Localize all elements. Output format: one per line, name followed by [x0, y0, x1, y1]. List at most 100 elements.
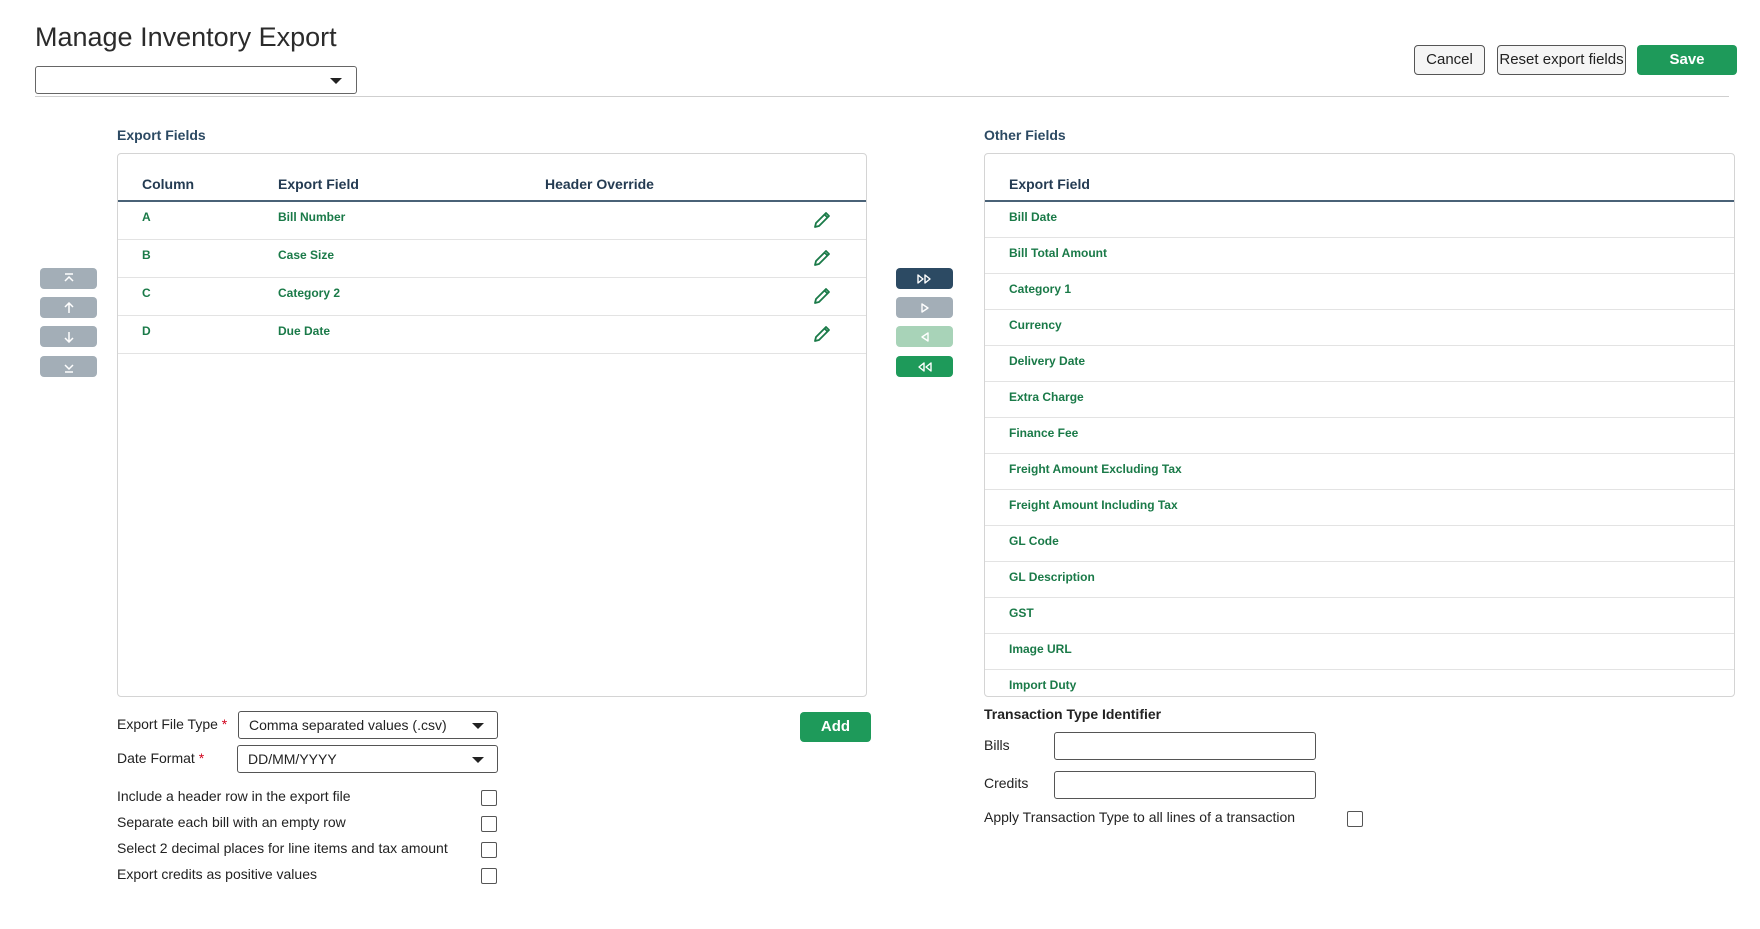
add-button[interactable]: Add	[800, 712, 871, 742]
other-fields-table: Export Field Bill Date Bill Total Amount…	[984, 153, 1735, 697]
move-to-top-button[interactable]	[40, 268, 97, 289]
other-field-name: Extra Charge	[1009, 390, 1084, 404]
row-column: C	[142, 286, 151, 300]
other-field-row[interactable]: GST	[985, 598, 1734, 634]
export-fields-heading: Export Fields	[117, 127, 206, 143]
export-field-row[interactable]: A Bill Number	[118, 202, 866, 240]
decimal-places-checkbox[interactable]	[481, 842, 497, 858]
date-format-value: DD/MM/YYYY	[248, 751, 337, 767]
other-field-row[interactable]: Freight Amount Including Tax	[985, 490, 1734, 526]
cancel-button[interactable]: Cancel	[1414, 45, 1485, 75]
other-field-row[interactable]: Currency	[985, 310, 1734, 346]
move-down-icon	[63, 331, 74, 343]
apply-transaction-type-checkbox[interactable]	[1347, 811, 1363, 827]
other-field-row[interactable]: Finance Fee	[985, 418, 1734, 454]
date-format-label-text: Date Format	[117, 750, 195, 766]
export-file-type-label-text: Export File Type	[117, 716, 218, 732]
remove-all-button[interactable]	[896, 356, 953, 377]
other-field-row[interactable]: Import Duty	[985, 670, 1734, 696]
move-down-button[interactable]	[40, 326, 97, 347]
separate-bills-checkbox[interactable]	[481, 816, 497, 832]
add-all-icon	[916, 273, 931, 284]
export-fields-header: Column Export Field Header Override	[118, 154, 866, 202]
other-field-name: Bill Date	[1009, 210, 1058, 224]
column-header[interactable]: Column	[142, 176, 194, 192]
move-up-button[interactable]	[40, 297, 97, 318]
other-field-name: Image URL	[1009, 642, 1072, 656]
move-to-top-icon	[63, 272, 74, 282]
other-field-name: Delivery Date	[1009, 354, 1086, 368]
manage-inventory-export-page: Manage Inventory Export Cancel Reset exp…	[0, 0, 1760, 929]
row-export-field: Due Date	[278, 324, 331, 338]
credits-label: Credits	[984, 775, 1029, 791]
apply-transaction-type-label: Apply Transaction Type to all lines of a…	[984, 809, 1296, 825]
remove-selected-icon	[920, 331, 929, 342]
export-file-type-label: Export File Type *	[117, 716, 227, 732]
header-row-checkbox[interactable]	[481, 790, 497, 806]
export-file-type-select[interactable]: Comma separated values (.csv)	[238, 711, 498, 739]
transaction-type-heading: Transaction Type Identifier	[984, 706, 1162, 722]
date-format-select[interactable]: DD/MM/YYYY	[237, 745, 498, 773]
move-to-bottom-button[interactable]	[40, 356, 97, 377]
reset-export-fields-button[interactable]: Reset export fields	[1497, 45, 1626, 75]
other-field-name: Freight Amount Excluding Tax	[1009, 462, 1182, 476]
export-field-row[interactable]: B Case Size	[118, 240, 866, 278]
other-field-name: Bill Total Amount	[1009, 246, 1107, 260]
page-title: Manage Inventory Export	[35, 22, 337, 52]
positive-credits-checkbox[interactable]	[481, 868, 497, 884]
separate-bills-option-label: Separate each bill with an empty row	[117, 814, 346, 830]
export-field-header[interactable]: Export Field	[278, 176, 359, 192]
decimal-places-option-label: Select 2 decimal places for line items a…	[117, 840, 448, 856]
header-divider	[35, 96, 1729, 97]
export-profile-select[interactable]	[35, 66, 357, 94]
row-export-field: Category 2	[278, 286, 341, 300]
required-mark: *	[221, 716, 228, 732]
export-field-row[interactable]: D Due Date	[118, 316, 866, 354]
pencil-icon[interactable]	[812, 248, 832, 268]
other-field-name: Category 1	[1009, 282, 1072, 296]
other-field-row[interactable]: Image URL	[985, 634, 1734, 670]
chevron-down-icon	[472, 723, 484, 729]
bills-input[interactable]	[1054, 732, 1316, 760]
row-column: A	[142, 210, 151, 224]
header-override-header[interactable]: Header Override	[545, 176, 654, 192]
add-all-button[interactable]	[896, 268, 953, 289]
other-field-row[interactable]: Freight Amount Excluding Tax	[985, 454, 1734, 490]
other-field-name: Finance Fee	[1009, 426, 1079, 440]
other-field-row[interactable]: Category 1	[985, 274, 1734, 310]
chevron-down-icon	[330, 78, 342, 84]
other-fields-heading: Other Fields	[984, 127, 1066, 143]
other-fields-header: Export Field	[985, 154, 1734, 202]
other-field-row[interactable]: Bill Total Amount	[985, 238, 1734, 274]
credits-input[interactable]	[1054, 771, 1316, 799]
other-field-name: Import Duty	[1009, 678, 1077, 692]
bills-label: Bills	[984, 737, 1010, 753]
other-field-row[interactable]: Extra Charge	[985, 382, 1734, 418]
export-field-row[interactable]: C Category 2	[118, 278, 866, 316]
other-field-row[interactable]: GL Description	[985, 562, 1734, 598]
date-format-label: Date Format *	[117, 750, 204, 766]
required-mark: *	[198, 750, 205, 766]
other-field-row[interactable]: GL Code	[985, 526, 1734, 562]
other-field-row[interactable]: Delivery Date	[985, 346, 1734, 382]
move-up-icon	[63, 301, 74, 313]
other-field-name: Freight Amount Including Tax	[1009, 498, 1178, 512]
export-file-type-value: Comma separated values (.csv)	[249, 717, 447, 733]
other-field-name: Currency	[1009, 318, 1062, 332]
row-export-field: Case Size	[278, 248, 335, 262]
save-changes-button[interactable]: Save changes	[1637, 45, 1737, 98]
export-field-header[interactable]: Export Field	[1009, 176, 1090, 192]
remove-selected-button[interactable]	[896, 326, 953, 347]
pencil-icon[interactable]	[812, 324, 832, 344]
chevron-down-icon	[472, 757, 484, 763]
row-export-field: Bill Number	[278, 210, 346, 224]
other-field-row[interactable]: Bill Date	[985, 202, 1734, 238]
row-column: B	[142, 248, 151, 262]
pencil-icon[interactable]	[812, 286, 832, 306]
other-field-name: GL Description	[1009, 570, 1095, 584]
remove-all-icon	[917, 361, 932, 372]
export-fields-table: Column Export Field Header Override A Bi…	[117, 153, 867, 697]
pencil-icon[interactable]	[812, 210, 832, 230]
positive-credits-option-label: Export credits as positive values	[117, 866, 317, 882]
add-selected-button[interactable]	[896, 297, 953, 318]
